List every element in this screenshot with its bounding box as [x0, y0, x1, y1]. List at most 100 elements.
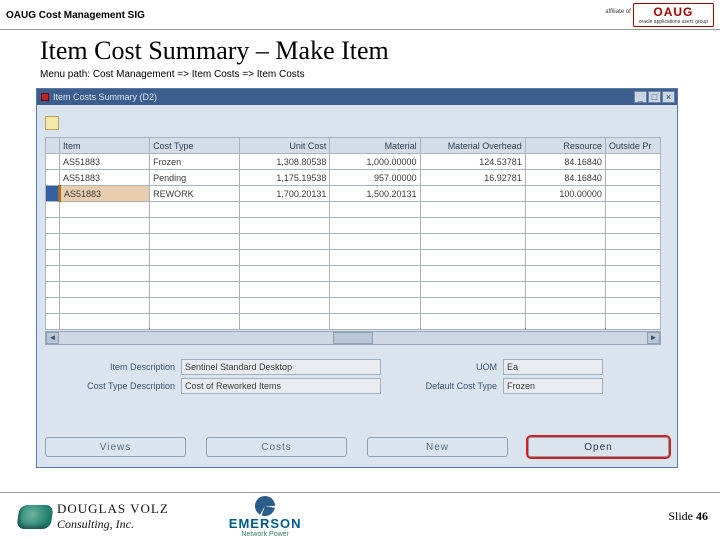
- cell-empty[interactable]: [60, 266, 150, 282]
- maximize-button[interactable]: □: [648, 91, 661, 103]
- cell-empty[interactable]: [46, 266, 60, 282]
- cell-empty[interactable]: [525, 314, 605, 330]
- table-row-empty[interactable]: [46, 282, 661, 298]
- cell-empty[interactable]: [330, 298, 420, 314]
- cell-outside[interactable]: [605, 154, 660, 170]
- cell-resource[interactable]: 100.00000: [525, 186, 605, 202]
- default-ct-value[interactable]: Frozen: [503, 378, 603, 394]
- cell-empty[interactable]: [420, 218, 525, 234]
- cell-unit-cost[interactable]: 1,175.19538: [240, 170, 330, 186]
- cell-empty[interactable]: [420, 234, 525, 250]
- cell-empty[interactable]: [240, 282, 330, 298]
- cell-empty[interactable]: [605, 234, 660, 250]
- cell-empty[interactable]: [60, 298, 150, 314]
- item-desc-value[interactable]: Sentinel Standard Desktop: [181, 359, 381, 375]
- views-button[interactable]: Views: [45, 437, 186, 457]
- cell-empty[interactable]: [240, 314, 330, 330]
- cell-empty[interactable]: [240, 234, 330, 250]
- cell-empty[interactable]: [420, 282, 525, 298]
- cell-empty[interactable]: [150, 234, 240, 250]
- cell-empty[interactable]: [46, 250, 60, 266]
- cell-empty[interactable]: [330, 282, 420, 298]
- col-moh[interactable]: Material Overhead: [420, 138, 525, 154]
- cell-empty[interactable]: [150, 266, 240, 282]
- table-row-empty[interactable]: [46, 298, 661, 314]
- col-cost-type[interactable]: Cost Type: [150, 138, 240, 154]
- col-outside[interactable]: Outside Pr: [605, 138, 660, 154]
- cell-item[interactable]: AS51883: [60, 154, 150, 170]
- cell-empty[interactable]: [150, 314, 240, 330]
- open-button[interactable]: Open: [528, 437, 669, 457]
- cell-moh[interactable]: 16.92781: [420, 170, 525, 186]
- horizontal-scrollbar[interactable]: ◄ ►: [45, 331, 661, 345]
- scroll-thumb[interactable]: [333, 332, 373, 344]
- cell-empty[interactable]: [605, 250, 660, 266]
- cell-empty[interactable]: [46, 202, 60, 218]
- cell-empty[interactable]: [240, 298, 330, 314]
- cell-empty[interactable]: [525, 250, 605, 266]
- cost-type-desc-value[interactable]: Cost of Reworked Items: [181, 378, 381, 394]
- cell-empty[interactable]: [60, 282, 150, 298]
- cell-empty[interactable]: [525, 218, 605, 234]
- cell-empty[interactable]: [60, 234, 150, 250]
- cell-empty[interactable]: [525, 202, 605, 218]
- cell-material[interactable]: 1,000.00000: [330, 154, 420, 170]
- cell-resource[interactable]: 84.16840: [525, 154, 605, 170]
- cell-empty[interactable]: [605, 202, 660, 218]
- cell-empty[interactable]: [240, 266, 330, 282]
- table-row-empty[interactable]: [46, 250, 661, 266]
- cell-cost-type[interactable]: Frozen: [150, 154, 240, 170]
- cell-empty[interactable]: [240, 218, 330, 234]
- table-row[interactable]: AS51883REWORK1,700.201311,500.20131 100.0…: [46, 186, 661, 202]
- cell-empty[interactable]: [605, 266, 660, 282]
- cell-empty[interactable]: [60, 202, 150, 218]
- table-row-empty[interactable]: [46, 314, 661, 330]
- table-row-empty[interactable]: [46, 234, 661, 250]
- col-item[interactable]: Item: [60, 138, 150, 154]
- cell-empty[interactable]: [420, 314, 525, 330]
- cell-empty[interactable]: [605, 314, 660, 330]
- uom-value[interactable]: Ea: [503, 359, 603, 375]
- new-button[interactable]: New: [367, 437, 508, 457]
- cell-empty[interactable]: [60, 218, 150, 234]
- cell-empty[interactable]: [60, 314, 150, 330]
- cell-unit-cost[interactable]: 1,308.80538: [240, 154, 330, 170]
- cell-empty[interactable]: [150, 298, 240, 314]
- cell-empty[interactable]: [60, 250, 150, 266]
- row-selector[interactable]: [46, 170, 60, 186]
- folder-icon[interactable]: [45, 116, 59, 130]
- cell-unit-cost[interactable]: 1,700.20131: [240, 186, 330, 202]
- costs-button[interactable]: Costs: [206, 437, 347, 457]
- cell-empty[interactable]: [330, 202, 420, 218]
- cell-item[interactable]: AS51883: [60, 186, 150, 202]
- col-resource[interactable]: Resource: [525, 138, 605, 154]
- cell-moh[interactable]: [420, 186, 525, 202]
- minimize-button[interactable]: _: [634, 91, 647, 103]
- cell-moh[interactable]: 124.53781: [420, 154, 525, 170]
- cell-empty[interactable]: [46, 234, 60, 250]
- cell-empty[interactable]: [525, 266, 605, 282]
- table-row-empty[interactable]: [46, 218, 661, 234]
- cell-empty[interactable]: [46, 282, 60, 298]
- scroll-left-icon[interactable]: ◄: [46, 332, 59, 344]
- cell-item[interactable]: AS51883: [60, 170, 150, 186]
- close-button[interactable]: ×: [662, 91, 675, 103]
- table-row-empty[interactable]: [46, 202, 661, 218]
- cell-empty[interactable]: [240, 202, 330, 218]
- cell-outside[interactable]: [605, 170, 660, 186]
- cell-empty[interactable]: [525, 234, 605, 250]
- row-selector[interactable]: [46, 186, 60, 202]
- cell-empty[interactable]: [420, 202, 525, 218]
- cell-empty[interactable]: [420, 266, 525, 282]
- cell-empty[interactable]: [240, 250, 330, 266]
- scroll-right-icon[interactable]: ►: [647, 332, 660, 344]
- cell-empty[interactable]: [420, 298, 525, 314]
- cell-cost-type[interactable]: REWORK: [150, 186, 240, 202]
- cell-empty[interactable]: [150, 202, 240, 218]
- cell-empty[interactable]: [605, 282, 660, 298]
- cell-empty[interactable]: [150, 250, 240, 266]
- cell-empty[interactable]: [46, 298, 60, 314]
- cell-empty[interactable]: [330, 218, 420, 234]
- cell-material[interactable]: 1,500.20131: [330, 186, 420, 202]
- cell-outside[interactable]: [605, 186, 660, 202]
